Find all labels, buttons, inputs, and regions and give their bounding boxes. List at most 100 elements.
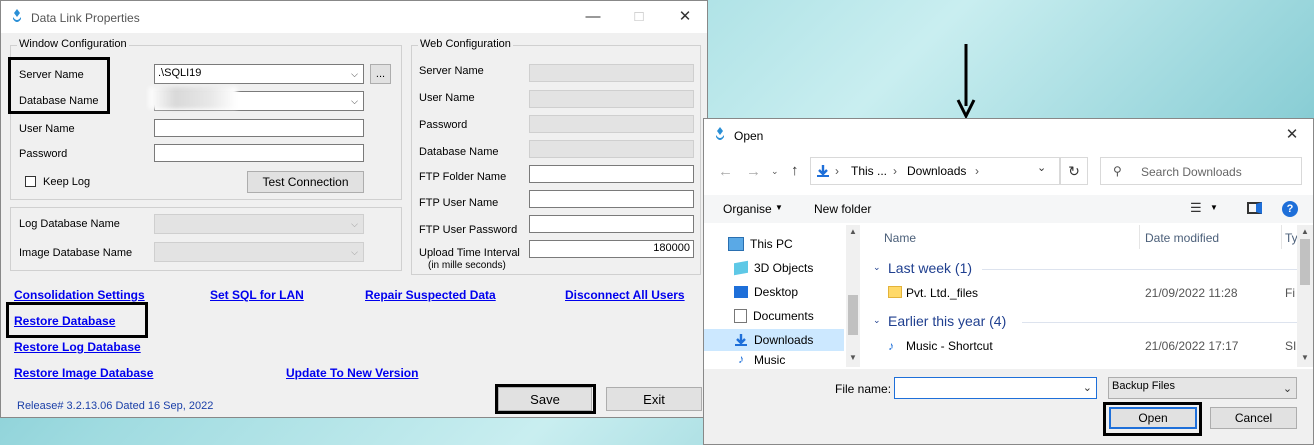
dialog-title: Open	[734, 129, 764, 143]
cancel-button[interactable]: Cancel	[1210, 407, 1297, 429]
tree-item-documents[interactable]: Documents	[704, 305, 844, 327]
close-icon[interactable]: ✕	[663, 1, 707, 31]
consolidation-settings-link[interactable]: Consolidation Settings	[14, 288, 145, 302]
group-header-earlier-this-year[interactable]: Earlier this year (4)	[888, 313, 1006, 329]
log-database-combo[interactable]: ⌵	[154, 214, 364, 234]
exit-button[interactable]: Exit	[606, 387, 702, 411]
scroll-down-icon[interactable]: ▼	[1301, 353, 1309, 362]
file-type-combo[interactable]: Backup Files ⌄	[1108, 377, 1297, 399]
chevron-down-icon[interactable]: ⌵	[346, 215, 363, 233]
tree-item-3d-objects[interactable]: 3D Objects	[704, 257, 844, 279]
tree-label: Desktop	[754, 285, 799, 299]
web-server-name-input[interactable]	[529, 64, 694, 82]
help-icon[interactable]: ?	[1282, 201, 1298, 217]
navigation-scrollbar[interactable]: ▲ ▼	[846, 225, 860, 367]
column-header-type[interactable]: Ty	[1285, 231, 1297, 245]
chevron-down-icon[interactable]: ⌄	[1037, 161, 1046, 174]
chevron-down-icon[interactable]: ⌄	[873, 262, 881, 273]
music-shortcut-icon: ♪	[888, 339, 894, 353]
scrollbar-thumb[interactable]	[848, 295, 858, 335]
chevron-right-icon: ›	[975, 164, 979, 178]
user-name-label: User Name	[19, 123, 75, 135]
scroll-up-icon[interactable]: ▲	[1301, 227, 1309, 236]
tree-item-music[interactable]: ♪ Music	[704, 353, 844, 367]
title-bar[interactable]: Open ✕	[704, 119, 1313, 151]
file-name-input[interactable]: ⌄	[894, 377, 1097, 399]
restore-log-database-link[interactable]: Restore Log Database	[14, 340, 141, 354]
recent-locations-icon[interactable]: ⌄	[771, 166, 779, 177]
ftp-folder-input[interactable]	[529, 165, 694, 183]
tree-item-desktop[interactable]: Desktop	[704, 281, 844, 303]
save-button[interactable]: Save	[498, 387, 592, 411]
password-input[interactable]	[154, 144, 364, 162]
web-password-label: Password	[419, 119, 468, 131]
chevron-down-icon[interactable]: ⌵	[346, 92, 363, 110]
new-folder-button[interactable]: New folder	[814, 202, 871, 216]
scroll-up-icon[interactable]: ▲	[849, 227, 857, 236]
server-name-label: Server Name	[19, 69, 84, 81]
caret-down-icon[interactable]: ▼	[1210, 203, 1218, 212]
organise-button[interactable]: Organise	[723, 202, 772, 216]
column-divider[interactable]	[1139, 225, 1140, 249]
back-arrow-icon[interactable]: ←	[718, 163, 733, 180]
chevron-down-icon[interactable]: ⌄	[1083, 381, 1092, 394]
browse-button[interactable]: ...	[370, 64, 391, 84]
open-button[interactable]: Open	[1109, 407, 1197, 429]
breadcrumb-downloads[interactable]: Downloads	[907, 164, 966, 178]
file-name[interactable]: Music - Shortcut	[906, 339, 993, 353]
server-name-value: .\SQLI19	[158, 67, 202, 79]
view-options-icon[interactable]: ☰	[1190, 200, 1202, 216]
title-bar[interactable]: Data Link Properties — □ ✕	[1, 1, 707, 33]
update-to-new-version-link[interactable]: Update To New Version	[286, 366, 418, 380]
forward-arrow-icon[interactable]: →	[746, 163, 761, 180]
file-list: Name Date modified Ty ⌄ Last week (1) Pv…	[864, 225, 1297, 367]
tree-item-this-pc[interactable]: This PC	[704, 233, 844, 255]
test-connection-button[interactable]: Test Connection	[247, 171, 364, 193]
chevron-down-icon[interactable]: ⌄	[1279, 378, 1296, 398]
minimize-icon[interactable]: —	[571, 1, 615, 31]
scroll-down-icon[interactable]: ▼	[849, 353, 857, 362]
address-bar[interactable]: › This ... › Downloads › ⌄	[810, 157, 1060, 185]
web-user-name-input[interactable]	[529, 90, 694, 108]
ftp-user-label: FTP User Name	[419, 197, 499, 209]
tree-label: This PC	[750, 237, 793, 251]
ftp-user-input[interactable]	[529, 190, 694, 208]
breadcrumb-this-pc[interactable]: This ...	[851, 164, 887, 178]
web-database-name-input[interactable]	[529, 140, 694, 158]
keep-log-checkbox[interactable]	[25, 176, 36, 187]
chevron-down-icon[interactable]: ⌵	[346, 243, 363, 261]
web-password-input[interactable]	[529, 115, 694, 133]
user-name-input[interactable]	[154, 119, 364, 137]
refresh-icon[interactable]: ↻	[1060, 157, 1088, 185]
server-name-combo[interactable]: .\SQLI19 ⌵	[154, 64, 364, 84]
ftp-password-input[interactable]	[529, 215, 694, 233]
group-header-last-week[interactable]: Last week (1)	[888, 260, 972, 276]
window-title: Data Link Properties	[31, 11, 140, 25]
column-header-name[interactable]: Name	[884, 231, 916, 245]
log-database-label: Log Database Name	[19, 218, 120, 230]
repair-suspected-data-link[interactable]: Repair Suspected Data	[365, 288, 496, 302]
restore-image-database-link[interactable]: Restore Image Database	[14, 366, 153, 380]
file-name[interactable]: Pvt. Ltd._files	[906, 286, 978, 300]
preview-pane-icon[interactable]	[1247, 202, 1262, 214]
column-header-date[interactable]: Date modified	[1145, 231, 1219, 245]
search-box[interactable]: ⚲ Search Downloads	[1100, 157, 1302, 185]
scrollbar-thumb[interactable]	[1300, 239, 1310, 285]
close-icon[interactable]: ✕	[1270, 119, 1314, 149]
music-note-icon: ♪	[738, 353, 744, 366]
image-database-combo[interactable]: ⌵	[154, 242, 364, 262]
up-arrow-icon[interactable]: ↑	[791, 162, 799, 179]
restore-database-link[interactable]: Restore Database	[14, 314, 115, 328]
web-database-name-label: Database Name	[419, 146, 499, 158]
upload-interval-input[interactable]: 180000	[529, 240, 694, 258]
column-divider[interactable]	[1281, 225, 1282, 249]
set-sql-for-lan-link[interactable]: Set SQL for LAN	[210, 288, 304, 302]
web-server-name-label: Server Name	[419, 65, 484, 77]
disconnect-all-users-link[interactable]: Disconnect All Users	[565, 288, 685, 302]
desktop-icon	[734, 286, 748, 298]
chevron-down-icon[interactable]: ⌵	[346, 65, 363, 83]
maximize-icon[interactable]: □	[617, 1, 661, 31]
file-list-scrollbar[interactable]: ▲ ▼	[1297, 225, 1313, 367]
tree-item-downloads[interactable]: Downloads	[704, 329, 844, 351]
chevron-down-icon[interactable]: ⌄	[873, 315, 881, 326]
